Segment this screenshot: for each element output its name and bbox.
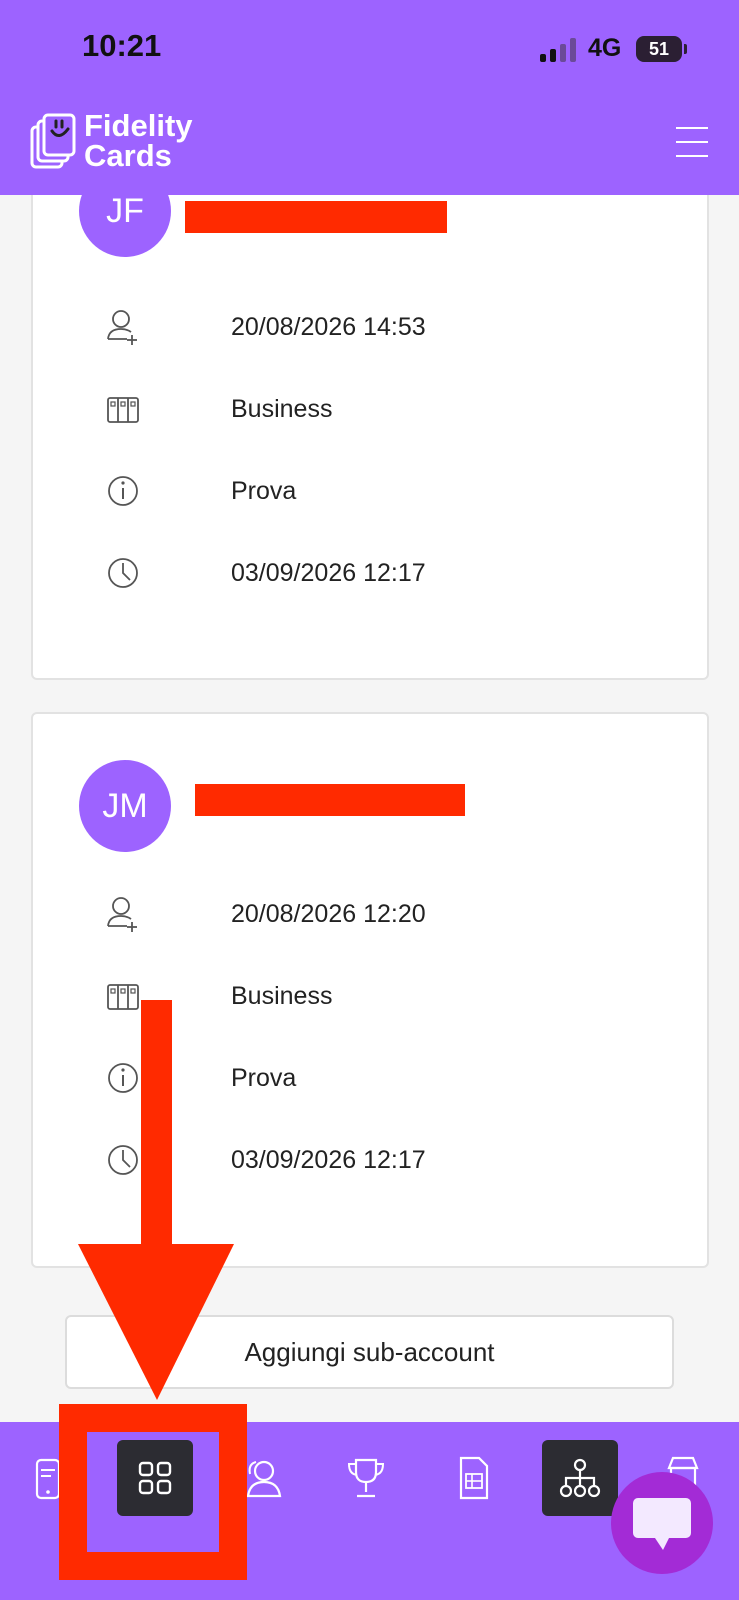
hierarchy-icon	[559, 1458, 601, 1498]
note-text: Prova	[231, 477, 297, 505]
logo-text: Fidelity Cards	[84, 108, 193, 173]
signal-icon	[540, 38, 580, 62]
created-date: 20/08/2026 14:53	[231, 313, 426, 341]
tab-cards[interactable]	[10, 1440, 86, 1516]
info-icon	[108, 1063, 138, 1093]
info-icon	[108, 476, 138, 506]
status-time: 10:21	[82, 28, 162, 63]
clock-icon	[108, 558, 138, 588]
clock-icon	[108, 1145, 138, 1175]
redacted-name	[195, 784, 465, 816]
phone-card-icon	[35, 1458, 61, 1500]
logo-line-2: Cards	[84, 138, 172, 173]
trophy-icon	[347, 1458, 385, 1498]
note-text: Prova	[231, 1064, 297, 1092]
redacted-name	[185, 201, 447, 233]
last-access-row: 03/09/2026 12:17	[105, 553, 665, 593]
plan-name: Business	[231, 982, 333, 1010]
add-sub-account-button[interactable]: Aggiungi sub-account	[65, 1315, 674, 1389]
tab-dashboard[interactable]	[117, 1440, 193, 1516]
status-bar: 10:21 4G 51	[0, 0, 739, 95]
last-access-date: 03/09/2026 12:17	[231, 559, 426, 587]
sub-account-list[interactable]: JF 20/08/2026 14:53 Business Prova 03/09…	[0, 195, 739, 1422]
store-front-icon	[107, 397, 139, 423]
avatar: JF	[79, 195, 171, 257]
created-date: 20/08/2026 12:20	[231, 900, 426, 928]
logo-icon	[30, 113, 76, 169]
logo-line-1: Fidelity	[84, 108, 193, 143]
battery-icon: 51	[636, 36, 687, 62]
grid-icon	[138, 1461, 172, 1495]
tab-reports[interactable]	[435, 1440, 511, 1516]
tab-sub-accounts[interactable]	[542, 1440, 618, 1516]
app-header: Fidelity Cards	[0, 95, 739, 195]
chat-button[interactable]	[611, 1472, 713, 1574]
hamburger-menu-button[interactable]	[676, 127, 708, 157]
sub-account-card: JF 20/08/2026 14:53 Business Prova 03/09…	[31, 195, 709, 680]
plan-row: Business	[105, 389, 665, 429]
created-row: 20/08/2026 12:20	[105, 894, 665, 934]
last-access-row: 03/09/2026 12:17	[105, 1140, 665, 1180]
sheet-icon	[459, 1456, 489, 1500]
users-icon	[246, 1460, 282, 1498]
chat-icon	[633, 1498, 691, 1550]
plan-name: Business	[231, 395, 333, 423]
network-label: 4G	[588, 34, 622, 62]
avatar: JM	[79, 760, 171, 852]
note-row: Prova	[105, 471, 665, 511]
user-add-icon	[107, 897, 137, 932]
created-row: 20/08/2026 14:53	[105, 307, 665, 347]
plan-row: Business	[105, 976, 665, 1016]
last-access-date: 03/09/2026 12:17	[231, 1146, 426, 1174]
tab-customers[interactable]	[226, 1440, 302, 1516]
sub-account-card: JM 20/08/2026 12:20 Business Prova 03/09…	[31, 712, 709, 1268]
store-front-icon	[107, 984, 139, 1010]
tab-rewards[interactable]	[328, 1440, 404, 1516]
note-row: Prova	[105, 1058, 665, 1098]
battery-level: 51	[648, 39, 670, 59]
user-add-icon	[107, 310, 137, 345]
